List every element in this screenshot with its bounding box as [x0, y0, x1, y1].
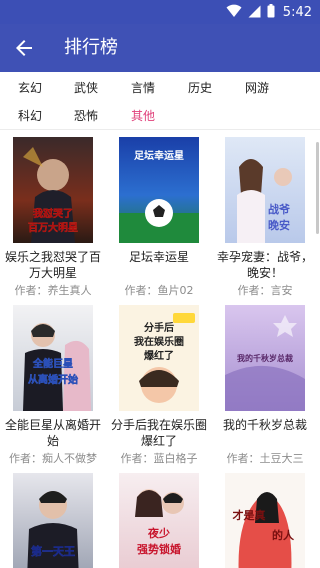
cover-text: 晚安 [268, 218, 290, 232]
category-tab-qita[interactable]: 其他 [131, 108, 187, 124]
book-cover: 战爷 晚安 [225, 137, 305, 243]
book-cover: 第一天王 [13, 473, 93, 568]
cover-text: 我怼哭了 [33, 207, 73, 220]
wifi-icon [226, 3, 242, 22]
book-cover: 夜少 强势锁婚 [119, 473, 199, 568]
category-tab-xuanhuan[interactable]: 玄幻 [18, 80, 74, 96]
category-tab-lishi[interactable]: 历史 [188, 80, 244, 96]
cover-text: 分手后 [144, 321, 174, 334]
book-author: 作者：蓝白格子 [120, 452, 198, 465]
cover-text: 战爷 [268, 202, 291, 216]
book-author: 作者：养生真人 [14, 284, 92, 297]
cover-text: 全能巨星 [32, 357, 73, 370]
book-cover: 足坛幸运星 [119, 137, 199, 243]
book-cover: 分手后 我在娱乐圈 爆红了 [119, 305, 199, 411]
category-tab-kongbu[interactable]: 恐怖 [74, 108, 130, 124]
category-tabs: 玄幻 武侠 言情 历史 网游 科幻 恐怖 其他 [0, 72, 320, 130]
book-title: 幸孕宠妻：战爷，晚安！ [216, 250, 313, 280]
category-tab-wangyou[interactable]: 网游 [245, 80, 301, 96]
cover-text: 我在娱乐圈 [134, 335, 184, 348]
status-icons: 5:42 [226, 3, 312, 22]
book-title: 足坛幸运星 [128, 250, 189, 264]
signal-icon [248, 3, 261, 22]
app-bar: 排行榜 [0, 24, 320, 72]
status-bar: 5:42 [0, 0, 320, 24]
category-tab-yanqing[interactable]: 言情 [131, 80, 187, 96]
book-author: 作者：鱼片02 [124, 284, 194, 297]
book-title: 分手后我在娱乐圈爆红了 [110, 418, 207, 448]
book-cover: 才是真 的人 [225, 473, 305, 568]
cover-text: 第一天王 [31, 544, 75, 558]
book-author: 作者：言安 [237, 284, 293, 297]
book-author: 作者：痴人不做梦 [9, 452, 97, 465]
book-title: 全能巨星从离婚开始 [4, 418, 101, 448]
status-time: 5:42 [282, 4, 312, 20]
book-cover: 我的千秋岁总裁 [225, 305, 305, 411]
battery-icon [267, 3, 275, 22]
cover-text: 强势锁婚 [137, 542, 181, 556]
book-cover: 全能巨星 从离婚开始 [13, 305, 93, 411]
cover-text: 才是真 [233, 508, 266, 522]
cover-text: 的人 [272, 528, 295, 542]
scrollbar[interactable] [316, 142, 319, 234]
page-title: 排行榜 [64, 37, 118, 58]
book-title: 娱乐之我怼哭了百万大明星 [4, 250, 101, 280]
category-tab-kehuan[interactable]: 科幻 [18, 108, 74, 124]
book-cover: 我怼哭了 百万大明星 [13, 137, 93, 243]
book-grid: 我怼哭了 百万大明星 娱乐之我怼哭了百万大明星 作者：养生真人 足坛幸运星 足坛… [0, 131, 320, 568]
cover-text: 我的千秋岁总裁 [237, 353, 293, 363]
book-author: 作者：土豆大三 [226, 452, 304, 465]
back-button[interactable] [12, 36, 36, 60]
book-title: 我的千秋岁总裁 [222, 418, 307, 432]
cover-text: 百万大明星 [28, 221, 78, 234]
arrow-back-icon [12, 40, 36, 64]
cover-text: 从离婚开始 [28, 373, 78, 386]
category-tab-wuxia[interactable]: 武侠 [74, 80, 130, 96]
cover-text: 足坛幸运星 [134, 149, 184, 162]
cover-text: 爆红了 [144, 349, 174, 362]
cover-text: 夜少 [147, 526, 170, 540]
